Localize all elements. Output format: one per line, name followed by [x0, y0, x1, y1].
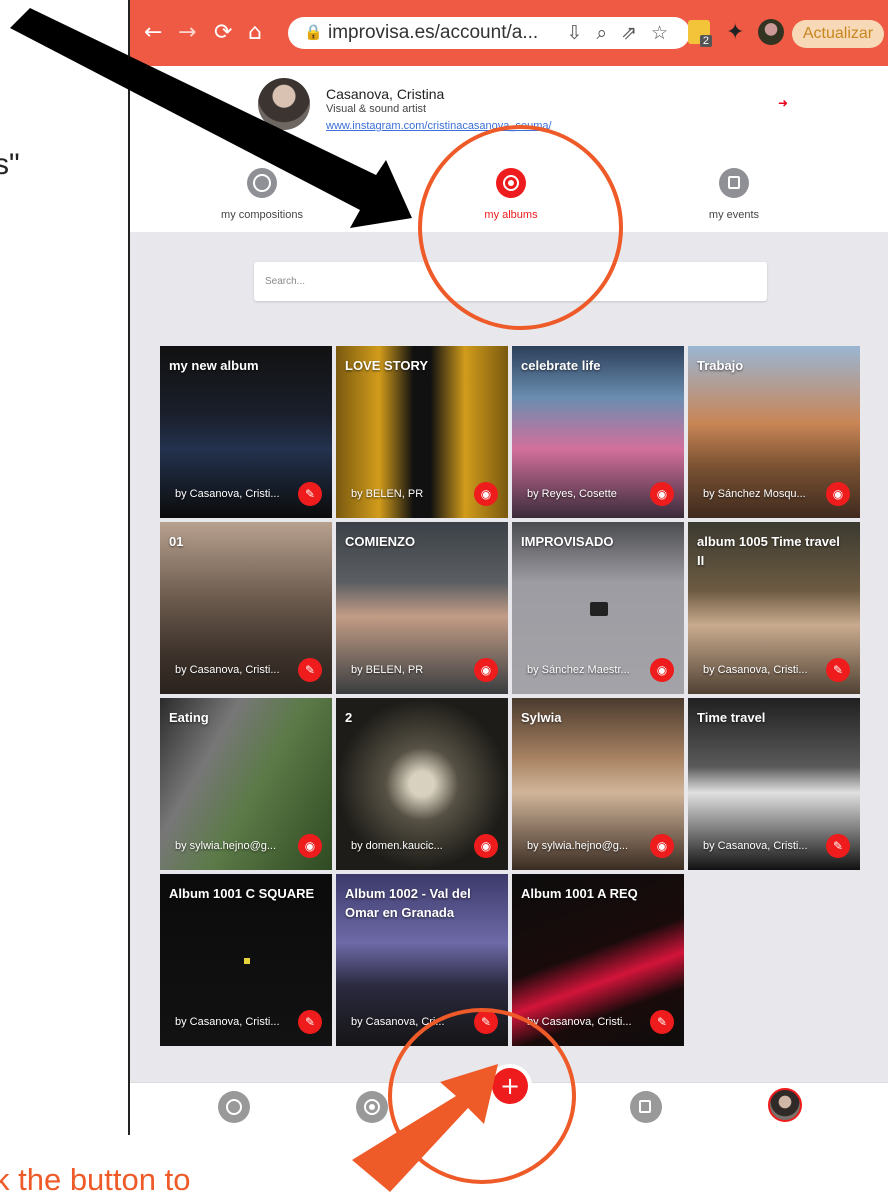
annotation-arrow-black — [10, 8, 412, 228]
screenshot-root: s" k the button to ← → ⟳ ⌂ 🔒 improvisa.e… — [0, 0, 894, 1200]
annotation-arrow-orange — [352, 1064, 498, 1192]
annotation-arrows — [10, 8, 498, 1192]
